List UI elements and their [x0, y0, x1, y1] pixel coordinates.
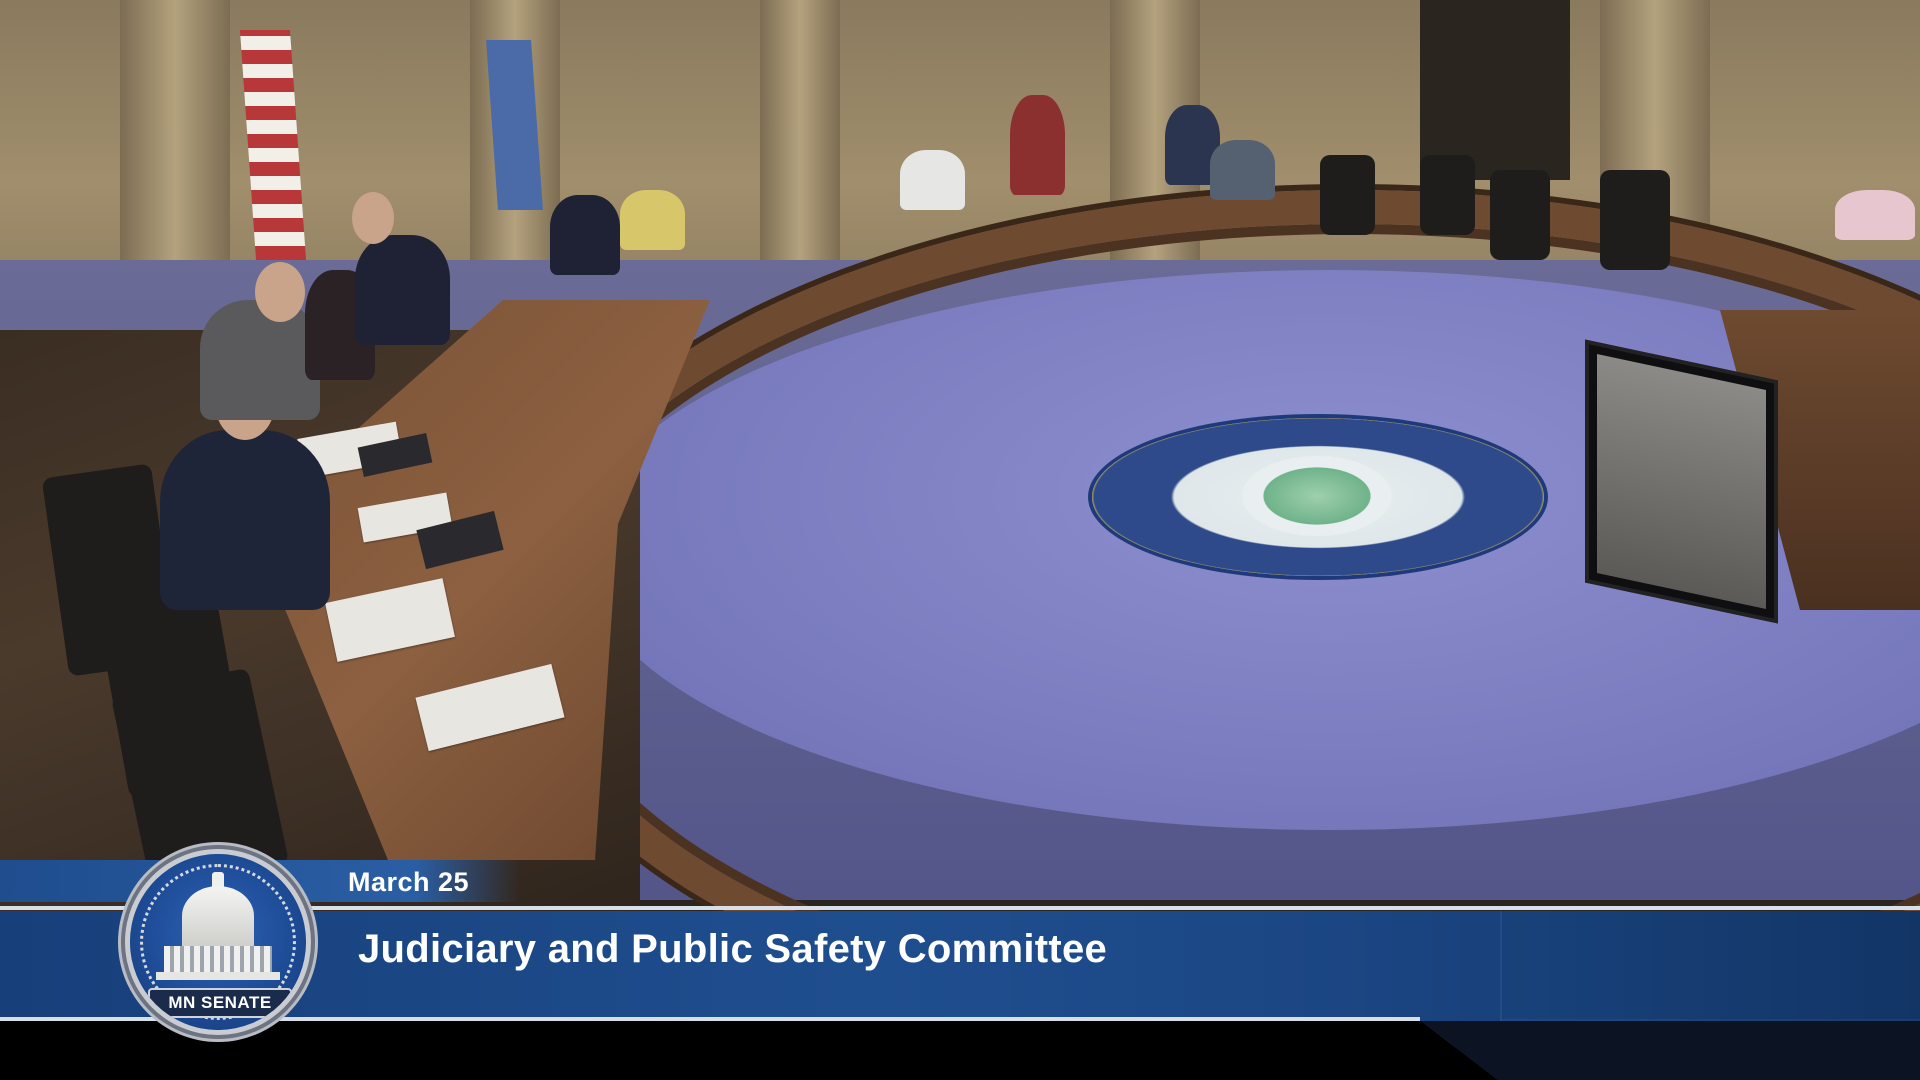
- person: [200, 300, 320, 420]
- room-pillar: [760, 0, 840, 300]
- video-monitor: [1585, 339, 1778, 624]
- chair: [1320, 155, 1375, 235]
- person: [160, 430, 330, 610]
- video-frame: March 25 Judiciary and Public Safety Com…: [0, 0, 1920, 1080]
- person: [550, 195, 620, 275]
- logo-dome: [182, 886, 254, 946]
- person-head: [255, 262, 305, 322]
- person: [1835, 190, 1915, 240]
- monitor-screen: [1597, 354, 1766, 609]
- room-pillar: [120, 0, 230, 300]
- logo-columns: [164, 946, 272, 972]
- person: [1010, 95, 1065, 195]
- person: [620, 190, 685, 250]
- person: [355, 235, 450, 345]
- person: [900, 150, 965, 210]
- committee-title: Judiciary and Public Safety Committee: [358, 927, 1108, 971]
- person: [1210, 140, 1275, 200]
- room-doorway: [1420, 0, 1570, 180]
- capitol-dome-badge-icon: MN SENATE: [130, 854, 306, 1030]
- logo-label: MN SENATE: [148, 988, 292, 1018]
- broadcast-date: March 25: [348, 867, 470, 897]
- chair: [1490, 170, 1550, 260]
- person-head: [352, 192, 394, 244]
- chair: [1600, 170, 1670, 270]
- title-bar-pattern: [1500, 911, 1920, 1021]
- chair: [1420, 155, 1475, 235]
- logo-base: [156, 972, 280, 980]
